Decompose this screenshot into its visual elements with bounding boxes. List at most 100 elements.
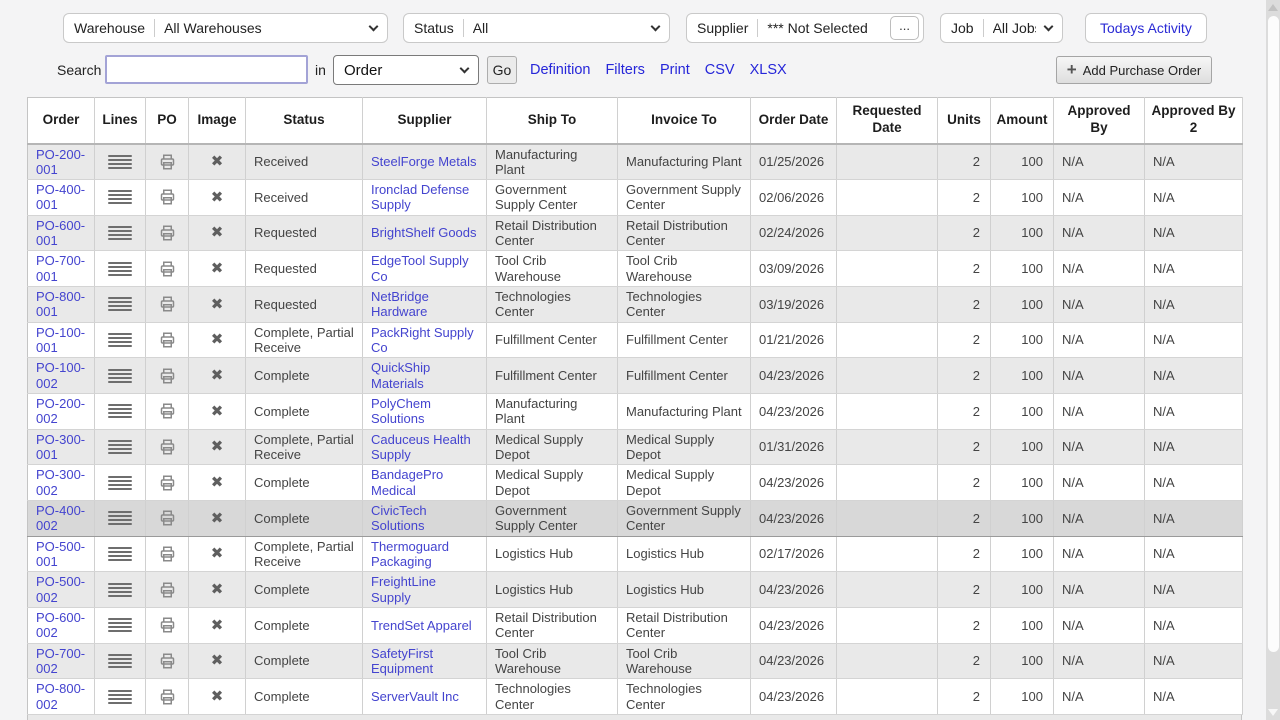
supplier-link[interactable]: SteelForge Metals xyxy=(371,154,477,169)
delete-image-icon[interactable]: ✖ xyxy=(211,153,224,170)
lines-icon[interactable] xyxy=(108,260,132,278)
delete-image-icon[interactable]: ✖ xyxy=(211,367,224,384)
table-row[interactable]: PO-800-001 ✖ Requested NetBridge Hardwar… xyxy=(28,287,1243,323)
order-link[interactable]: PO-300-002 xyxy=(36,467,85,497)
supplier-link[interactable]: PackRight Supply Co xyxy=(371,325,474,355)
order-link[interactable]: PO-800-001 xyxy=(36,289,85,319)
order-link[interactable]: PO-400-001 xyxy=(36,182,85,212)
print-icon[interactable] xyxy=(158,153,177,171)
col-header-approved-by[interactable]: Approved By xyxy=(1054,98,1145,144)
scroll-down-icon[interactable] xyxy=(1268,709,1278,716)
supplier-link[interactable]: CivicTech Solutions xyxy=(371,503,427,533)
table-row[interactable]: PO-600-002 ✖ Complete TrendSet Apparel R… xyxy=(28,608,1243,644)
delete-image-icon[interactable]: ✖ xyxy=(211,224,224,241)
delete-image-icon[interactable]: ✖ xyxy=(211,617,224,634)
supplier-link[interactable]: ServerVault Inc xyxy=(371,689,459,704)
lines-icon[interactable] xyxy=(108,367,132,385)
order-link[interactable]: PO-200-002 xyxy=(36,396,85,426)
lines-icon[interactable] xyxy=(108,188,132,206)
print-icon[interactable] xyxy=(158,509,177,527)
table-row[interactable]: PO-500-002 ✖ Complete FreightLine Supply… xyxy=(28,572,1243,608)
order-link[interactable]: PO-700-001 xyxy=(36,253,85,283)
delete-image-icon[interactable]: ✖ xyxy=(211,688,224,705)
lines-icon[interactable] xyxy=(108,402,132,420)
delete-image-icon[interactable]: ✖ xyxy=(211,581,224,598)
print-icon[interactable] xyxy=(158,188,177,206)
lines-icon[interactable] xyxy=(108,616,132,634)
search-field-select[interactable]: Order xyxy=(333,55,479,85)
supplier-link[interactable]: SafetyFirst Equipment xyxy=(371,646,433,676)
col-header-invoice-to[interactable]: Invoice To xyxy=(618,98,751,144)
delete-image-icon[interactable]: ✖ xyxy=(211,189,224,206)
order-link[interactable]: PO-600-002 xyxy=(36,610,85,640)
delete-image-icon[interactable]: ✖ xyxy=(211,474,224,491)
table-row[interactable]: PO-500-001 ✖ Complete, Partial Receive T… xyxy=(28,536,1243,572)
table-row[interactable]: PO-100-001 ✖ Complete, Partial Receive P… xyxy=(28,322,1243,358)
add-purchase-order-button[interactable]: + Add Purchase Order xyxy=(1056,56,1212,84)
delete-image-icon[interactable]: ✖ xyxy=(211,510,224,527)
job-select[interactable]: Job All Jobs xyxy=(940,13,1063,43)
supplier-link[interactable]: BrightShelf Goods xyxy=(371,225,477,240)
lines-icon[interactable] xyxy=(108,509,132,527)
vertical-scrollbar[interactable] xyxy=(1266,0,1280,720)
warehouse-select[interactable]: Warehouse All Warehouses xyxy=(63,13,388,43)
delete-image-icon[interactable]: ✖ xyxy=(211,260,224,277)
definition-link[interactable]: Definition xyxy=(530,62,590,78)
supplier-link[interactable]: EdgeTool Supply Co xyxy=(371,253,469,283)
order-link[interactable]: PO-700-002 xyxy=(36,646,85,676)
xlsx-link[interactable]: XLSX xyxy=(750,62,787,78)
print-icon[interactable] xyxy=(158,260,177,278)
col-header-approved-by-2[interactable]: Approved By 2 xyxy=(1145,98,1243,144)
lines-icon[interactable] xyxy=(108,438,132,456)
lines-icon[interactable] xyxy=(108,224,132,242)
print-icon[interactable] xyxy=(158,688,177,706)
scroll-up-icon[interactable] xyxy=(1268,4,1278,11)
supplier-link[interactable]: Thermoguard Packaging xyxy=(371,539,449,569)
print-icon[interactable] xyxy=(158,616,177,634)
supplier-link[interactable]: TrendSet Apparel xyxy=(371,618,472,633)
table-row[interactable]: PO-400-002 ✖ Complete CivicTech Solution… xyxy=(28,501,1243,537)
order-link[interactable]: PO-100-002 xyxy=(36,360,85,390)
delete-image-icon[interactable]: ✖ xyxy=(211,545,224,562)
col-header-amount[interactable]: Amount xyxy=(991,98,1054,144)
lines-icon[interactable] xyxy=(108,474,132,492)
col-header-supplier[interactable]: Supplier xyxy=(363,98,487,144)
table-row[interactable]: PO-300-002 ✖ Complete BandagePro Medical… xyxy=(28,465,1243,501)
col-header-ship-to[interactable]: Ship To xyxy=(487,98,618,144)
supplier-link[interactable]: Ironclad Defense Supply xyxy=(371,182,469,212)
col-header-status[interactable]: Status xyxy=(246,98,363,144)
search-input[interactable] xyxy=(105,55,308,84)
col-header-image[interactable]: Image xyxy=(189,98,246,144)
print-icon[interactable] xyxy=(158,224,177,242)
delete-image-icon[interactable]: ✖ xyxy=(211,331,224,348)
print-icon[interactable] xyxy=(158,402,177,420)
supplier-link[interactable]: PolyChem Solutions xyxy=(371,396,431,426)
table-row[interactable]: PO-700-002 ✖ Complete SafetyFirst Equipm… xyxy=(28,643,1243,679)
print-icon[interactable] xyxy=(158,295,177,313)
table-row[interactable]: PO-300-001 ✖ Complete, Partial Receive C… xyxy=(28,429,1243,465)
print-link[interactable]: Print xyxy=(660,62,690,78)
lines-icon[interactable] xyxy=(108,295,132,313)
table-row[interactable]: PO-600-001 ✖ Requested BrightShelf Goods… xyxy=(28,215,1243,251)
order-link[interactable]: PO-500-002 xyxy=(36,574,85,604)
col-header-order[interactable]: Order xyxy=(28,98,95,144)
col-header-order-date[interactable]: Order Date xyxy=(751,98,837,144)
print-icon[interactable] xyxy=(158,438,177,456)
print-icon[interactable] xyxy=(158,652,177,670)
table-row[interactable]: PO-100-002 ✖ Complete QuickShip Material… xyxy=(28,358,1243,394)
lines-icon[interactable] xyxy=(108,652,132,670)
go-button[interactable]: Go xyxy=(487,56,517,84)
supplier-link[interactable]: NetBridge Hardware xyxy=(371,289,429,319)
lines-icon[interactable] xyxy=(108,688,132,706)
delete-image-icon[interactable]: ✖ xyxy=(211,438,224,455)
supplier-browse-button[interactable]: ... xyxy=(890,16,919,40)
table-row[interactable]: PO-800-002 ✖ Complete ServerVault Inc Te… xyxy=(28,679,1243,715)
table-row[interactable]: PO-200-001 ✖ Received SteelForge Metals … xyxy=(28,144,1243,180)
order-link[interactable]: PO-800-002 xyxy=(36,681,85,711)
print-icon[interactable] xyxy=(158,367,177,385)
supplier-field[interactable]: Supplier *** Not Selected ... xyxy=(686,13,924,43)
filters-link[interactable]: Filters xyxy=(605,62,644,78)
delete-image-icon[interactable]: ✖ xyxy=(211,403,224,420)
print-icon[interactable] xyxy=(158,331,177,349)
supplier-link[interactable]: FreightLine Supply xyxy=(371,574,436,604)
